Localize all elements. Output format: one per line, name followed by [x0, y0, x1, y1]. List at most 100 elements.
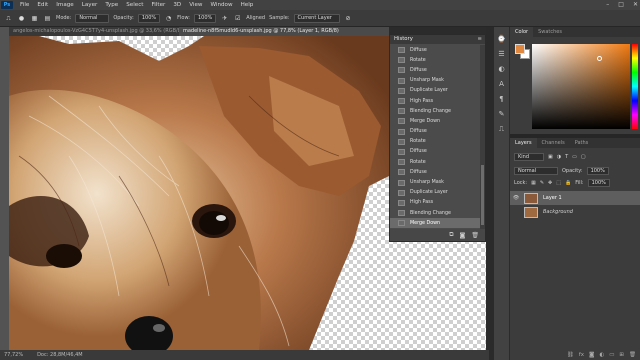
- filter-adjustment-icon[interactable]: ◑: [557, 154, 561, 160]
- fill-field[interactable]: 100%: [587, 178, 610, 187]
- layer-style-icon[interactable]: fx: [579, 352, 584, 358]
- tab-angelos-document[interactable]: angelos-michalopoulos-VzG4C5T7y4-unsplas…: [9, 27, 179, 36]
- mode-select[interactable]: Normal: [75, 13, 110, 23]
- clone-source-panel-icon[interactable]: ⎍: [499, 125, 504, 134]
- new-group-icon[interactable]: ▭: [609, 352, 614, 358]
- menu-view[interactable]: View: [185, 2, 206, 8]
- link-layers-icon[interactable]: ⛓: [567, 352, 574, 358]
- history-panel-icon[interactable]: ⌚: [497, 35, 506, 43]
- menu-window[interactable]: Window: [207, 2, 237, 8]
- layer-row-background[interactable]: Background: [510, 205, 640, 219]
- history-item[interactable]: Rotate: [390, 55, 482, 65]
- zoom-level[interactable]: 77,72%: [4, 350, 23, 360]
- brush-panel-icon[interactable]: ✎: [499, 110, 505, 118]
- ignore-adjustment-icon[interactable]: ⊘: [344, 14, 353, 23]
- filter-pixel-icon[interactable]: ▣: [548, 154, 553, 160]
- close-icon[interactable]: ✕: [633, 0, 638, 10]
- panel-menu-icon[interactable]: ≡: [478, 35, 482, 44]
- scrollbar-thumb[interactable]: [481, 165, 484, 225]
- tab-madeline-document[interactable]: madeline-n8f5mudld6-unsplash.jpg @ 77,8%…: [179, 27, 389, 36]
- pressure-opacity-icon[interactable]: ◔: [164, 14, 173, 23]
- snapshot-camera-icon[interactable]: ◙: [460, 232, 466, 239]
- add-mask-icon[interactable]: ◙: [589, 352, 594, 358]
- history-item[interactable]: Diffuse: [390, 65, 482, 75]
- lock-transparency-icon[interactable]: ▦: [531, 180, 536, 186]
- flow-field[interactable]: 100%: [194, 13, 217, 23]
- character-icon[interactable]: A: [499, 80, 504, 88]
- clone-source-icon[interactable]: ▤: [43, 14, 52, 23]
- filter-kind-select[interactable]: Kind: [514, 152, 544, 161]
- foreground-color-swatch[interactable]: [515, 44, 525, 54]
- hue-slider[interactable]: [632, 44, 638, 129]
- lock-artboard-icon[interactable]: ⬚: [556, 180, 561, 186]
- history-item[interactable]: Duplicate Layer: [390, 188, 482, 198]
- menu-file[interactable]: File: [16, 2, 33, 8]
- menu-edit[interactable]: Edit: [33, 2, 52, 8]
- tab-paths[interactable]: Paths: [570, 138, 594, 148]
- filter-smart-object-icon[interactable]: ▢: [581, 154, 586, 160]
- adjustments-icon[interactable]: ◐: [498, 65, 504, 73]
- history-scrollbar[interactable]: [480, 45, 485, 229]
- layer-opacity-field[interactable]: 100%: [586, 166, 609, 175]
- history-item-selected[interactable]: Merge Down: [390, 218, 482, 229]
- history-item[interactable]: Unsharp Mask: [390, 76, 482, 86]
- history-step-icon: [398, 67, 405, 74]
- history-list: Diffuse Rotate Diffuse Unsharp Mask Dupl…: [390, 45, 482, 229]
- history-item[interactable]: Diffuse: [390, 127, 482, 137]
- airbrush-icon[interactable]: ✈: [220, 14, 229, 23]
- visibility-eye-icon[interactable]: 👁: [510, 195, 522, 201]
- lock-all-icon[interactable]: 🔒: [565, 180, 571, 186]
- new-document-from-state-icon[interactable]: ⧉: [449, 231, 453, 239]
- blend-mode-select[interactable]: Normal: [514, 166, 558, 175]
- opacity-field[interactable]: 100%: [137, 13, 161, 23]
- layer-row-layer-1[interactable]: 👁 Layer 1: [510, 191, 640, 205]
- menu-select[interactable]: Select: [122, 2, 147, 8]
- menu-filter[interactable]: Filter: [147, 2, 169, 8]
- aligned-checkbox[interactable]: ☑: [233, 14, 242, 23]
- color-field[interactable]: [532, 44, 630, 129]
- history-item[interactable]: Merge Down: [390, 116, 482, 126]
- tab-channels[interactable]: Channels: [537, 138, 570, 148]
- minimize-icon[interactable]: –: [606, 0, 609, 10]
- canvas-transparent-area[interactable]: [389, 240, 486, 350]
- menu-help[interactable]: Help: [237, 2, 258, 8]
- filter-shape-icon[interactable]: ▭: [572, 154, 577, 160]
- history-item[interactable]: Unsharp Mask: [390, 177, 482, 187]
- history-item[interactable]: Diffuse: [390, 45, 482, 55]
- document-canvas[interactable]: [9, 36, 389, 350]
- history-item[interactable]: Rotate: [390, 137, 482, 147]
- clone-stamp-icon[interactable]: ⎍: [4, 14, 13, 23]
- history-item[interactable]: Diffuse: [390, 167, 482, 177]
- brush-settings-icon[interactable]: ▦: [30, 14, 39, 23]
- menu-layer[interactable]: Layer: [78, 2, 102, 8]
- color-picker-ring[interactable]: [597, 56, 602, 61]
- tab-layers[interactable]: Layers: [510, 138, 537, 148]
- menu-3d[interactable]: 3D: [169, 2, 185, 8]
- layer-thumbnail: [524, 192, 538, 204]
- trash-icon[interactable]: 🗑: [471, 232, 479, 239]
- menu-image[interactable]: Image: [52, 2, 78, 8]
- sample-select[interactable]: Current Layer: [293, 13, 340, 23]
- lock-position-icon[interactable]: ✥: [548, 180, 552, 186]
- lock-pixels-icon[interactable]: ✎: [540, 180, 544, 186]
- adjustment-layer-icon[interactable]: ◐: [599, 352, 604, 358]
- tab-swatches[interactable]: Swatches: [533, 27, 567, 37]
- tab-color[interactable]: Color: [510, 27, 534, 37]
- history-item[interactable]: High Pass: [390, 198, 482, 208]
- properties-icon[interactable]: ☰: [498, 50, 504, 58]
- history-item[interactable]: Diffuse: [390, 147, 482, 157]
- history-item[interactable]: Blending Change: [390, 208, 482, 218]
- history-item[interactable]: High Pass: [390, 96, 482, 106]
- history-item[interactable]: Blending Change: [390, 106, 482, 116]
- menu-type[interactable]: Type: [101, 2, 122, 8]
- canvas-scrollbar[interactable]: [486, 27, 494, 360]
- history-item[interactable]: Rotate: [390, 157, 482, 167]
- delete-layer-icon[interactable]: 🗑: [629, 352, 636, 358]
- maximize-icon[interactable]: □: [618, 0, 624, 10]
- history-step-icon: [398, 159, 405, 166]
- new-layer-icon[interactable]: ⊞: [619, 352, 624, 358]
- paragraph-icon[interactable]: ¶: [499, 95, 503, 103]
- history-item[interactable]: Duplicate Layer: [390, 86, 482, 96]
- brush-preset-icon[interactable]: ●: [17, 14, 26, 23]
- filter-type-icon[interactable]: T: [565, 154, 568, 160]
